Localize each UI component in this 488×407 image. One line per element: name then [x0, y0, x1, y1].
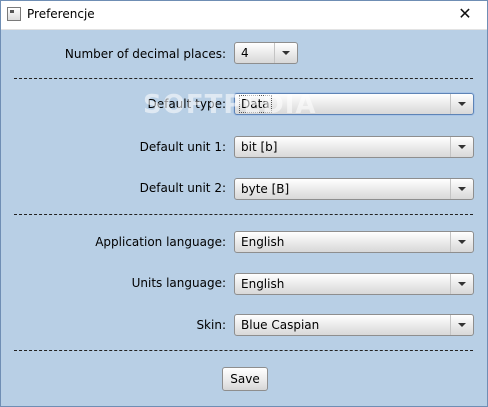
chevron-down-icon: [450, 137, 473, 157]
preferences-window: Preferencje ✕ Number of decimal places: …: [0, 0, 488, 407]
chevron-down-icon: [274, 43, 297, 63]
default-unit-1-value: bit [b]: [241, 140, 278, 154]
chevron-down-icon: [450, 315, 473, 335]
default-unit-2-label: Default unit 2:: [139, 181, 226, 195]
skin-select[interactable]: Blue Caspian: [234, 314, 474, 336]
default-type-value: Data: [239, 95, 272, 113]
chevron-down-icon: [450, 179, 473, 199]
window-title: Preferencje: [27, 7, 95, 21]
default-type-select[interactable]: Data: [234, 93, 474, 115]
decimal-places-select[interactable]: 4: [234, 42, 298, 64]
default-type-label: Default type:: [147, 97, 226, 111]
close-button[interactable]: ✕: [443, 1, 487, 29]
preferences-content: Number of decimal places: 4 Default type…: [1, 30, 487, 406]
section-divider: [14, 214, 473, 215]
chevron-down-icon: [450, 94, 473, 114]
application-language-value: English: [241, 235, 285, 249]
decimal-places-value: 4: [241, 46, 249, 60]
default-unit-1-select[interactable]: bit [b]: [234, 136, 474, 158]
section-divider: [14, 350, 473, 351]
skin-label: Skin:: [196, 318, 226, 332]
app-icon: [7, 7, 21, 21]
chevron-down-icon: [450, 274, 473, 294]
application-language-select[interactable]: English: [234, 231, 474, 253]
default-unit-2-value: byte [B]: [241, 182, 290, 196]
decimal-places-label: Number of decimal places:: [64, 47, 226, 61]
skin-value: Blue Caspian: [241, 318, 320, 332]
application-language-label: Application language:: [95, 235, 226, 249]
title-bar[interactable]: Preferencje ✕: [1, 1, 487, 30]
units-language-value: English: [241, 277, 285, 291]
save-button[interactable]: Save: [222, 367, 268, 391]
default-unit-2-select[interactable]: byte [B]: [234, 178, 474, 200]
default-unit-1-label: Default unit 1:: [139, 140, 226, 154]
units-language-select[interactable]: English: [234, 273, 474, 295]
units-language-label: Units language:: [131, 276, 226, 290]
section-divider: [14, 78, 473, 79]
chevron-down-icon: [450, 232, 473, 252]
